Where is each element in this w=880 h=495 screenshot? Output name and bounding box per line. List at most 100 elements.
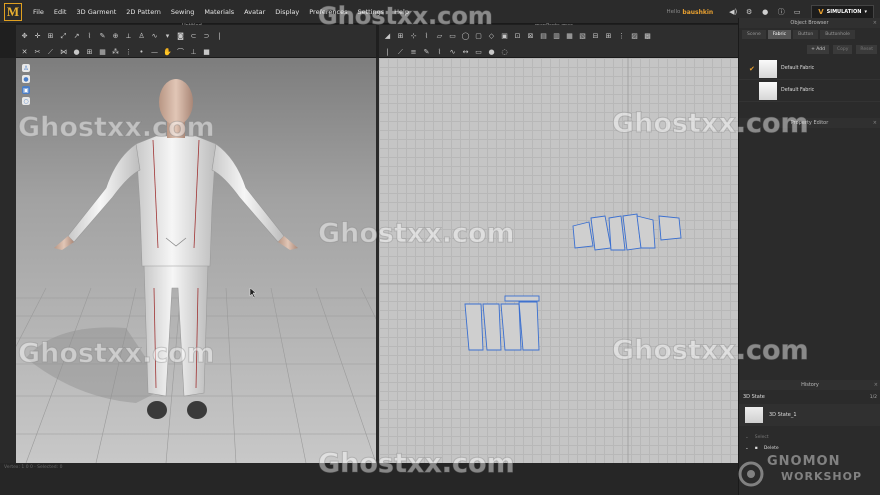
- pattern-icon[interactable]: ✕: [20, 48, 29, 57]
- texture-view-icon[interactable]: ▣: [22, 86, 30, 94]
- history-select-row[interactable]: ⌄ Select: [739, 432, 880, 443]
- garment-icon[interactable]: ♙: [137, 32, 146, 41]
- move-icon[interactable]: ✛: [33, 32, 42, 41]
- history-state-row: 3D State 1/2: [739, 390, 880, 404]
- offset-icon[interactable]: ⌇: [435, 48, 444, 57]
- measure-icon[interactable]: ⟂: [124, 32, 133, 41]
- reset-fabric-button[interactable]: Reset: [856, 45, 877, 54]
- fold-icon[interactable]: ⌇: [85, 32, 94, 41]
- hole-icon[interactable]: ◌: [500, 48, 509, 57]
- edit-point-icon[interactable]: ⊹: [409, 32, 418, 41]
- fabric-row[interactable]: Default Fabric: [739, 80, 880, 102]
- grade-icon[interactable]: ⊠: [526, 32, 535, 41]
- cut-icon[interactable]: ⟋: [46, 48, 55, 57]
- menu-edit[interactable]: Edit: [49, 8, 72, 16]
- pin-2d-icon[interactable]: ⋮: [617, 32, 626, 41]
- thread-icon[interactable]: ⊟: [591, 32, 600, 41]
- line-icon[interactable]: —: [150, 48, 159, 57]
- body-icon[interactable]: ●: [22, 75, 30, 83]
- transform-icon[interactable]: ⤢: [59, 32, 68, 41]
- free-sew-icon[interactable]: ▧: [578, 32, 587, 41]
- trace-icon[interactable]: ⊡: [513, 32, 522, 41]
- close-icon[interactable]: ×: [874, 380, 878, 390]
- knit-icon[interactable]: ⁂: [111, 48, 120, 57]
- tape-icon[interactable]: ∿: [150, 32, 159, 41]
- fabric-row[interactable]: ✔ Default Fabric: [739, 58, 880, 80]
- fabric-swatch: [759, 59, 777, 78]
- brand-line2: WORKSHOP: [781, 470, 863, 483]
- smooth-icon[interactable]: ∿: [448, 48, 457, 57]
- grid-icon[interactable]: ⊞: [85, 48, 94, 57]
- brush-icon[interactable]: ✎: [98, 32, 107, 41]
- add-fabric-button[interactable]: + Add: [807, 45, 829, 54]
- layout-icon[interactable]: ▭: [789, 8, 805, 16]
- draw-icon[interactable]: ✎: [422, 48, 431, 57]
- tab-buttonhole[interactable]: Buttonhole: [820, 30, 855, 39]
- seam-2d-icon[interactable]: ▥: [552, 32, 561, 41]
- menu-avatar[interactable]: Avatar: [239, 8, 270, 16]
- settings-icon[interactable]: ⚙: [741, 8, 757, 16]
- gap-icon[interactable]: ⊥: [189, 48, 198, 57]
- simulation-button[interactable]: V SIMULATION ▾: [811, 5, 874, 19]
- shirt-icon[interactable]: ▾: [163, 32, 172, 41]
- speaker-icon[interactable]: ◀): [725, 8, 741, 16]
- zip-icon[interactable]: ⋮: [124, 48, 133, 57]
- dart-icon[interactable]: ◇: [487, 32, 496, 41]
- ruler-icon[interactable]: ↔: [461, 48, 470, 57]
- user-icon[interactable]: ●: [757, 8, 773, 16]
- dot-icon[interactable]: •: [137, 48, 146, 57]
- segment-icon[interactable]: ⟋: [396, 48, 405, 57]
- seam-icon[interactable]: ✂: [33, 48, 42, 57]
- internal-icon[interactable]: ▢: [474, 32, 483, 41]
- lines-icon[interactable]: ≡: [409, 48, 418, 57]
- light-icon[interactable]: ○: [22, 97, 30, 105]
- sew-icon[interactable]: ▦: [565, 32, 574, 41]
- circle-icon[interactable]: ◯: [461, 32, 470, 41]
- tuck-icon[interactable]: ⊞: [604, 32, 613, 41]
- menu-sewing[interactable]: Sewing: [166, 8, 200, 16]
- notch-icon[interactable]: ▣: [500, 32, 509, 41]
- menu-2d-pattern[interactable]: 2D Pattern: [121, 8, 166, 16]
- menu-display[interactable]: Display: [270, 8, 304, 16]
- button-2d-icon[interactable]: ●: [487, 48, 496, 57]
- arrange-icon[interactable]: ⊕: [111, 32, 120, 41]
- shirt-pattern: [572, 213, 682, 251]
- trim-icon[interactable]: ⌒: [176, 48, 185, 57]
- menu-3d-garment[interactable]: 3D Garment: [71, 8, 121, 16]
- mesh-icon[interactable]: ⊞: [46, 32, 55, 41]
- info-icon[interactable]: ⓘ: [773, 7, 789, 17]
- menu-file[interactable]: File: [28, 8, 49, 16]
- history-title: History: [801, 382, 819, 388]
- copy-fabric-button[interactable]: Copy: [833, 45, 853, 54]
- polygon-icon[interactable]: ▱: [435, 32, 444, 41]
- wrap-icon[interactable]: ⊂: [189, 32, 198, 41]
- pocket-icon[interactable]: ▨: [630, 32, 639, 41]
- tab-button[interactable]: Button: [793, 30, 819, 39]
- tab-scene[interactable]: Scene: [742, 30, 766, 39]
- avatar-display-icon[interactable]: ♙: [22, 64, 30, 72]
- transform-2d-icon[interactable]: ⊞: [396, 32, 405, 41]
- rect-icon[interactable]: ▭: [448, 32, 457, 41]
- sep-icon: |: [218, 32, 221, 40]
- menu-materials[interactable]: Materials: [199, 8, 239, 16]
- tab-fabric[interactable]: Fabric: [767, 30, 792, 39]
- link-icon[interactable]: ⊃: [202, 32, 211, 41]
- close-icon[interactable]: ×: [873, 18, 877, 28]
- select-2d-icon[interactable]: ◢: [383, 32, 392, 41]
- history-item[interactable]: 3D State_1: [739, 404, 880, 426]
- select-icon[interactable]: ✥: [20, 32, 29, 41]
- layer-icon[interactable]: ▭: [474, 48, 483, 57]
- hand-icon[interactable]: ✋: [163, 48, 172, 57]
- fold-2d-icon[interactable]: ▤: [539, 32, 548, 41]
- watermark: Ghostxx.com: [612, 108, 810, 140]
- label-icon[interactable]: ▩: [643, 32, 652, 41]
- pin-icon[interactable]: ↗: [72, 32, 81, 41]
- solid-icon[interactable]: ■: [202, 48, 211, 57]
- bag-icon[interactable]: ◙: [176, 32, 185, 41]
- user-name[interactable]: baushkin: [682, 9, 713, 16]
- texture-icon[interactable]: ▦: [98, 48, 107, 57]
- button-icon[interactable]: ●: [72, 48, 81, 57]
- close-icon[interactable]: ×: [873, 118, 877, 128]
- stitch-icon[interactable]: ⋈: [59, 48, 68, 57]
- curve-icon[interactable]: ⌇: [422, 32, 431, 41]
